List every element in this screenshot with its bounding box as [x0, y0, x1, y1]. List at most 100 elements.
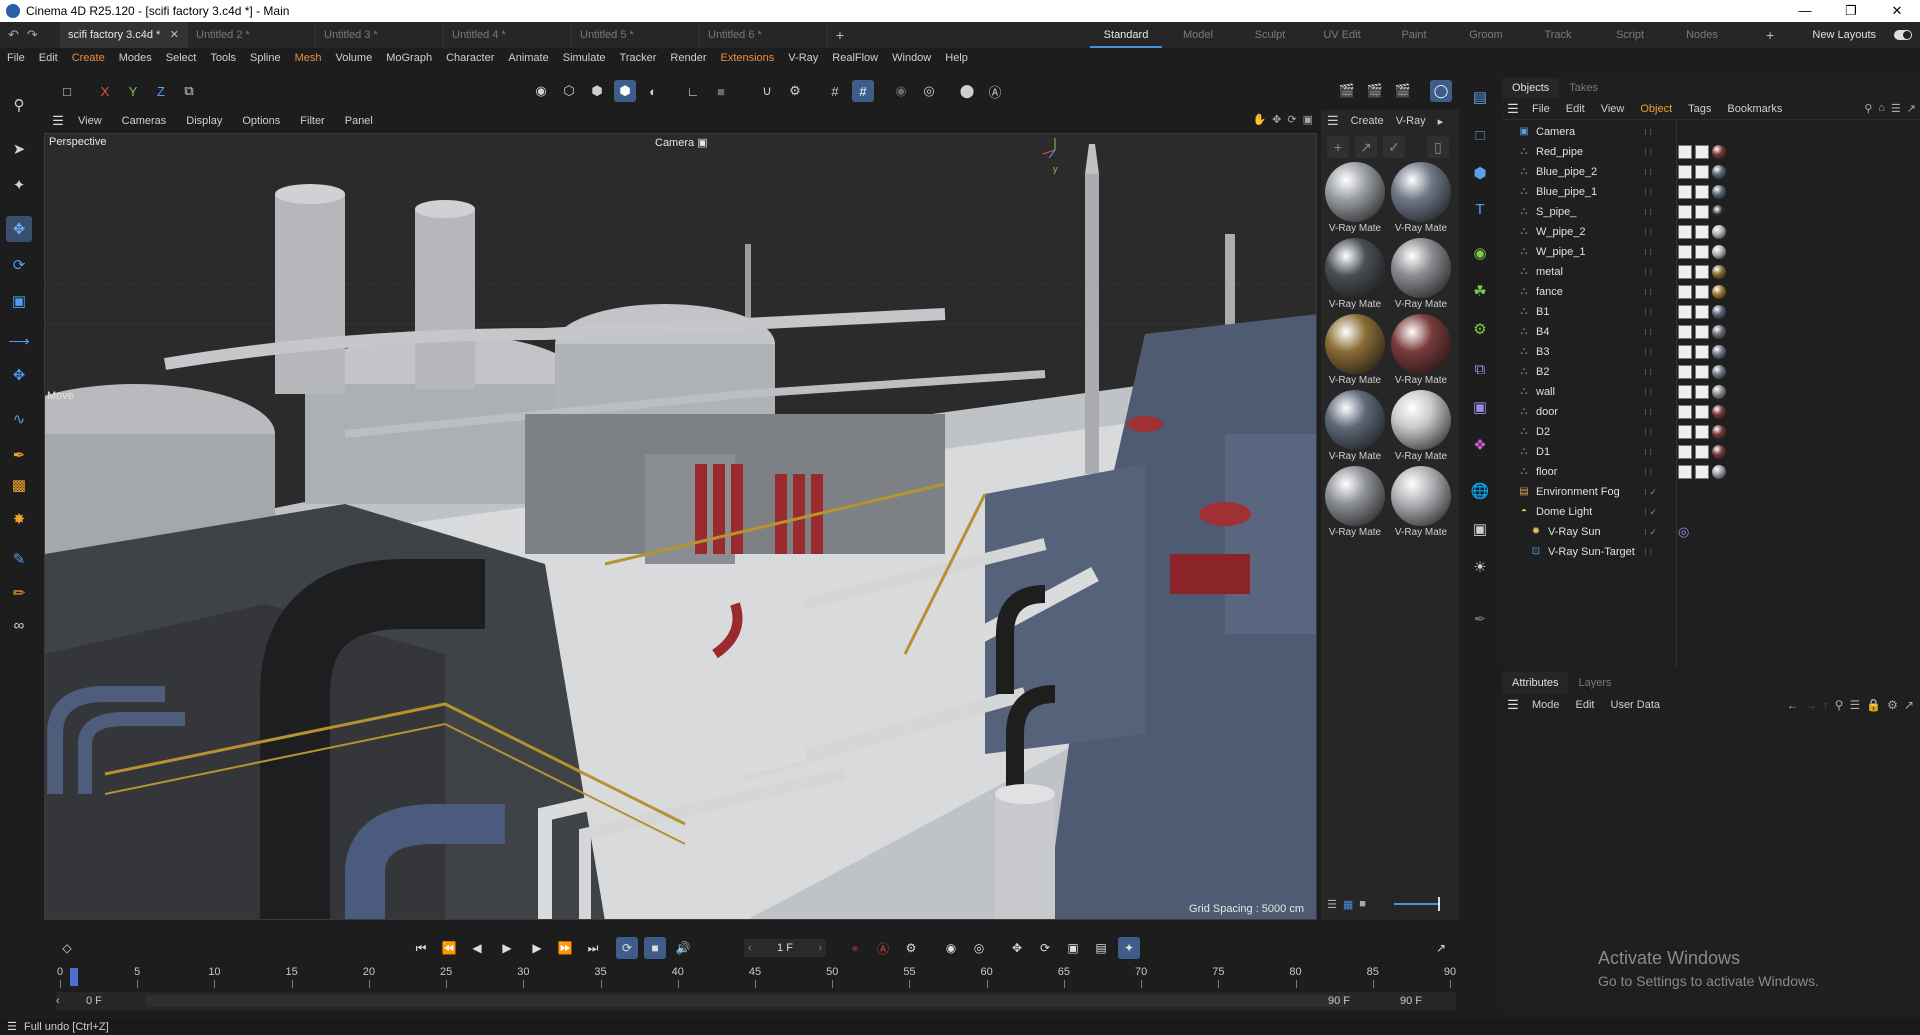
- viewport-menu-panel[interactable]: Panel: [335, 115, 383, 127]
- go-to-end-icon[interactable]: ⏭: [582, 937, 604, 959]
- viewport-menu-filter[interactable]: Filter: [290, 115, 334, 127]
- uvw-tag-icon[interactable]: [1695, 185, 1709, 199]
- dolly-icon[interactable]: ✥: [1272, 113, 1281, 126]
- object-row[interactable]: ◓ Dome Light ⁝ ✓: [1502, 502, 1920, 522]
- material-tag-icon[interactable]: [1712, 265, 1726, 279]
- material-tag-icon[interactable]: [1712, 425, 1726, 439]
- volume-icon[interactable]: ❖: [1467, 432, 1493, 458]
- search-icon[interactable]: ⚲: [6, 92, 32, 118]
- workplane-icon[interactable]: #: [824, 80, 846, 102]
- document-tab[interactable]: Untitled 4 *: [444, 22, 572, 48]
- undo-icon[interactable]: ↶: [8, 27, 19, 43]
- object-menu-bookmarks[interactable]: Bookmarks: [1719, 103, 1790, 115]
- render-to-picture-viewer-icon[interactable]: 🎬: [1364, 80, 1386, 102]
- placement-tool-icon[interactable]: ✥: [6, 362, 32, 388]
- document-tab[interactable]: Untitled 6 *: [700, 22, 828, 48]
- light-icon[interactable]: ☀: [1467, 554, 1493, 580]
- menu-select[interactable]: Select: [159, 48, 204, 68]
- phong-tag-icon[interactable]: [1678, 405, 1692, 419]
- frame-next-arrow-icon[interactable]: ›: [818, 939, 822, 957]
- document-tab[interactable]: Untitled 3 *: [316, 22, 444, 48]
- forward-arrow-icon[interactable]: →: [1805, 698, 1817, 712]
- object-row[interactable]: ⛬ W_pipe_2 ⁝ ⁝: [1502, 222, 1920, 242]
- layout-tab-track[interactable]: Track: [1522, 22, 1594, 48]
- visibility-dots-icon[interactable]: ⁝ ⁝: [1644, 227, 1652, 238]
- scale-key-icon[interactable]: ▣: [1062, 937, 1084, 959]
- uvw-tag-icon[interactable]: [1695, 465, 1709, 479]
- key-settings-icon[interactable]: ⚙: [900, 937, 922, 959]
- new-layouts-label[interactable]: New Layouts: [1812, 22, 1876, 48]
- list-view-icon[interactable]: ☰: [1327, 898, 1337, 911]
- object-row[interactable]: ⛬ D1 ⁝ ⁝: [1502, 442, 1920, 462]
- previous-frame-icon[interactable]: ◀: [466, 937, 488, 959]
- uvw-tag-icon[interactable]: [1695, 345, 1709, 359]
- new-window-icon[interactable]: ↗: [1904, 698, 1914, 712]
- object-row[interactable]: ⊡ V-Ray Sun-Target ⁝ ⁝: [1502, 542, 1920, 562]
- cube-icon[interactable]: ⬢: [1467, 160, 1493, 186]
- menu-realflow[interactable]: RealFlow: [825, 48, 885, 68]
- material-tag-icon[interactable]: [1712, 385, 1726, 399]
- material-swatch[interactable]: V-Ray Mate: [1324, 314, 1386, 386]
- menu-tools[interactable]: Tools: [203, 48, 243, 68]
- visibility-dots-icon[interactable]: ⁝ ⁝: [1644, 387, 1652, 398]
- timeline-ruler[interactable]: 0 5 10 15 20 25 30 35 40 45 50 55 60 65 70 75 80 85 90: [56, 966, 1456, 988]
- material-hamburger-icon[interactable]: ☰: [1321, 113, 1345, 129]
- phong-tag-icon[interactable]: [1678, 345, 1692, 359]
- edit-material-icon[interactable]: ↗: [1355, 136, 1377, 158]
- chevron-right-icon[interactable]: ▸: [1432, 115, 1450, 128]
- new-layouts-toggle[interactable]: [1894, 30, 1912, 40]
- tab-objects[interactable]: Objects: [1502, 78, 1560, 98]
- auto-icon[interactable]: Ⓐ: [984, 80, 1006, 102]
- object-menu-view[interactable]: View: [1593, 103, 1633, 115]
- visibility-dots-icon[interactable]: ⁝ ✓: [1644, 507, 1657, 518]
- visibility-dots-icon[interactable]: ⁝ ⁝: [1644, 127, 1652, 138]
- maximize-icon[interactable]: ❐: [1828, 0, 1874, 22]
- orbit-icon[interactable]: ⟳: [1287, 113, 1296, 126]
- visibility-dots-icon[interactable]: ⁝ ⁝: [1644, 327, 1652, 338]
- object-menu-edit[interactable]: Edit: [1558, 103, 1593, 115]
- phong-tag-icon[interactable]: [1678, 305, 1692, 319]
- material-tag-icon[interactable]: [1712, 185, 1726, 199]
- material-menu-v-ray[interactable]: V-Ray: [1390, 115, 1432, 127]
- record-icon[interactable]: ●: [844, 937, 866, 959]
- tab-attributes[interactable]: Attributes: [1502, 672, 1569, 694]
- material-menu-create[interactable]: Create: [1345, 115, 1390, 127]
- material-swatch[interactable]: V-Ray Mate: [1390, 390, 1452, 462]
- visibility-dots-icon[interactable]: ⁝ ⁝: [1644, 407, 1652, 418]
- grid-snap-icon[interactable]: #: [852, 80, 874, 102]
- visibility-dots-icon[interactable]: ⁝ ⁝: [1644, 207, 1652, 218]
- visibility-dots-icon[interactable]: ⁝ ⁝: [1644, 467, 1652, 478]
- phong-tag-icon[interactable]: [1678, 205, 1692, 219]
- menu-extensions[interactable]: Extensions: [713, 48, 781, 68]
- vray-icon[interactable]: ◯: [1430, 80, 1452, 102]
- viewport-menu-display[interactable]: Display: [176, 115, 232, 127]
- attribute-menu-user-data[interactable]: User Data: [1603, 699, 1669, 711]
- uvw-tag-icon[interactable]: [1695, 305, 1709, 319]
- uvw-tag-icon[interactable]: [1695, 285, 1709, 299]
- disabled-tool-icon[interactable]: ✒: [1467, 606, 1493, 632]
- rotate-tool-icon[interactable]: ⟳: [6, 252, 32, 278]
- menu-file[interactable]: File: [0, 48, 32, 68]
- sound-icon[interactable]: 🔊: [672, 937, 694, 959]
- knife-tool-icon[interactable]: ✒: [6, 442, 32, 468]
- object-row[interactable]: ⛬ floor ⁝ ⁝: [1502, 462, 1920, 482]
- new-window-icon[interactable]: ↗: [1907, 102, 1916, 115]
- close-tab-icon[interactable]: ✕: [170, 22, 179, 48]
- object-row[interactable]: ⛬ B4 ⁝ ⁝: [1502, 322, 1920, 342]
- menu-mograph[interactable]: MoGraph: [379, 48, 439, 68]
- viewport-menu-view[interactable]: View: [68, 115, 112, 127]
- solo-icon[interactable]: ■: [710, 80, 732, 102]
- axis-mode-icon[interactable]: ∟: [682, 80, 704, 102]
- material-swatch[interactable]: V-Ray Mate: [1390, 314, 1452, 386]
- object-row[interactable]: ⛬ B2 ⁝ ⁝: [1502, 362, 1920, 382]
- apply-material-icon[interactable]: ✓: [1383, 136, 1405, 158]
- material-tag-icon[interactable]: [1712, 465, 1726, 479]
- timeline-expand-icon[interactable]: ↗: [1430, 937, 1452, 959]
- add-material-icon[interactable]: +: [1327, 136, 1349, 158]
- generator-icon[interactable]: ◉: [1467, 240, 1493, 266]
- move-tool-icon[interactable]: ✥: [6, 216, 32, 242]
- filter-icon[interactable]: ☰: [1891, 102, 1901, 115]
- coordinate-system-icon[interactable]: ⧉: [178, 80, 200, 102]
- field-icon[interactable]: ▣: [1467, 394, 1493, 420]
- layout-tab-paint[interactable]: Paint: [1378, 22, 1450, 48]
